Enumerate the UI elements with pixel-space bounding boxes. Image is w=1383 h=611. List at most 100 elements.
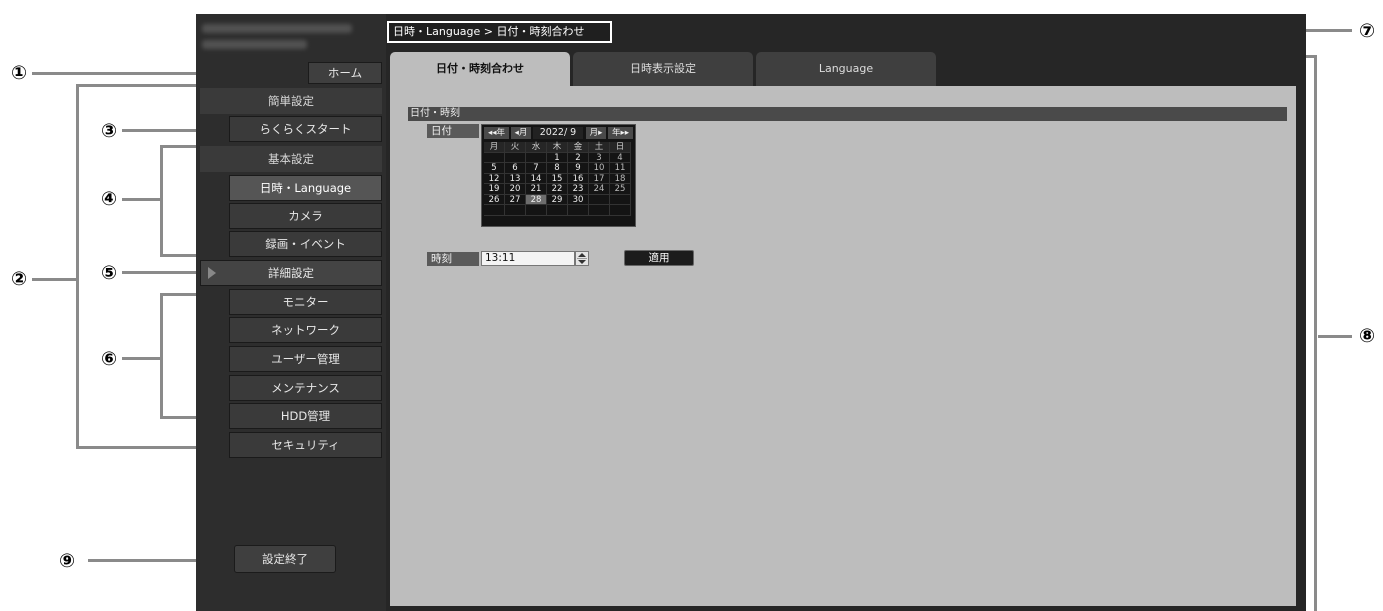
calendar-day[interactable]: 2 <box>568 152 589 163</box>
calendar-empty-cell <box>547 205 568 216</box>
calendar-day[interactable]: 4 <box>610 152 631 163</box>
calendar-day[interactable]: 23 <box>568 184 589 195</box>
sidebar-item-security[interactable]: セキュリティ <box>229 432 382 458</box>
sidebar-item-datetime-language[interactable]: 日時・Language <box>229 175 382 201</box>
calendar-day[interactable]: 10 <box>589 163 610 174</box>
calendar-day[interactable]: 26 <box>484 194 505 205</box>
calendar-empty-cell <box>526 152 547 163</box>
sidebar-item-network[interactable]: ネットワーク <box>229 317 382 343</box>
spinner-arrows-icon <box>577 253 587 264</box>
settings-app: ホーム 簡単設定 らくらくスタート 基本設定 日時・Language カメラ 録… <box>196 14 1306 611</box>
weekday-header: 土 <box>589 142 610 153</box>
calendar-day[interactable]: 20 <box>505 184 526 195</box>
sidebar-item-hdd-management[interactable]: HDD管理 <box>229 403 382 429</box>
sidebar-item-maintenance[interactable]: メンテナンス <box>229 375 382 401</box>
callout-1: ① <box>10 62 28 84</box>
calendar-year-month: 2022/ 9 <box>533 127 583 139</box>
calendar-empty-cell <box>610 205 631 216</box>
section-basic-setup: 基本設定 <box>200 146 382 172</box>
callout-3: ③ <box>100 120 118 142</box>
calendar-day[interactable]: 5 <box>484 163 505 174</box>
callout-8: ⑧ <box>1358 325 1376 347</box>
calendar-day[interactable]: 11 <box>610 163 631 174</box>
callout-4: ④ <box>100 188 118 210</box>
expand-arrow-icon <box>208 267 216 279</box>
exit-settings-button[interactable]: 設定終了 <box>234 545 336 573</box>
apply-button[interactable]: 適用 <box>624 250 694 266</box>
calendar-day[interactable]: 1 <box>547 152 568 163</box>
time-label: 時刻 <box>427 252 479 266</box>
sidebar-item-monitor[interactable]: モニター <box>229 289 382 315</box>
calendar-day[interactable]: 25 <box>610 184 631 195</box>
calendar-day[interactable]: 22 <box>547 184 568 195</box>
callout-2-bottom <box>76 446 206 449</box>
calendar-day[interactable]: 6 <box>505 163 526 174</box>
callout-9: ⑨ <box>58 550 76 572</box>
calendar-day[interactable]: 18 <box>610 173 631 184</box>
calendar-empty-cell <box>505 152 526 163</box>
section-datetime-header: 日付・時刻 <box>408 107 1287 121</box>
tab-language[interactable]: Language <box>756 52 936 86</box>
tab-date-time-adjust[interactable]: 日付・時刻合わせ <box>390 52 570 86</box>
callout-8-bracket <box>1314 55 1317 611</box>
section-easy-setup: 簡単設定 <box>200 88 382 114</box>
calendar-empty-cell <box>505 205 526 216</box>
weekday-header: 木 <box>547 142 568 153</box>
calendar-day[interactable]: 28 <box>526 194 547 205</box>
sidebar-item-advanced[interactable]: 詳細設定 <box>200 260 382 286</box>
device-model-logo <box>202 40 307 49</box>
content-area: 日付・時刻 日付 ◂◂年 ◂月 2022/ 9 月▸ 年▸▸ 月火水木金土日12… <box>390 86 1296 606</box>
callout-6-line <box>122 357 162 360</box>
calendar-day[interactable]: 29 <box>547 194 568 205</box>
calendar-empty-cell <box>610 194 631 205</box>
prev-month-button[interactable]: ◂月 <box>511 127 531 139</box>
calendar: ◂◂年 ◂月 2022/ 9 月▸ 年▸▸ 月火水木金土日 1 2 3 4 5 6 7 8 9 10… <box>481 124 636 227</box>
time-spinner[interactable] <box>575 251 589 266</box>
calendar-empty-cell <box>568 205 589 216</box>
time-input[interactable]: 13:11 <box>481 251 575 266</box>
next-month-button[interactable]: 月▸ <box>586 127 606 139</box>
sidebar-item-camera[interactable]: カメラ <box>229 203 382 229</box>
callout-4-bracket <box>160 145 163 257</box>
home-button[interactable]: ホーム <box>308 62 382 84</box>
calendar-day[interactable]: 24 <box>589 184 610 195</box>
easy-start-button[interactable]: らくらくスタート <box>229 116 382 142</box>
calendar-day[interactable]: 15 <box>547 173 568 184</box>
prev-year-button[interactable]: ◂◂年 <box>484 127 509 139</box>
callout-2: ② <box>10 268 28 290</box>
calendar-day[interactable]: 30 <box>568 194 589 205</box>
calendar-day[interactable]: 8 <box>547 163 568 174</box>
calendar-day[interactable]: 9 <box>568 163 589 174</box>
callout-2-top <box>76 84 206 87</box>
callout-6: ⑥ <box>100 348 118 370</box>
calendar-day[interactable]: 27 <box>505 194 526 205</box>
device-name-logo <box>202 24 352 33</box>
calendar-day[interactable]: 16 <box>568 173 589 184</box>
breadcrumb: 日時・Language > 日付・時刻合わせ <box>387 21 612 43</box>
callout-4-line <box>122 198 162 201</box>
calendar-grid: 月火水木金土日 1 2 3 4 5 6 7 8 9 10 11 12 13 14 15 16 17 18 19 20 21… <box>484 142 631 216</box>
calendar-empty-cell <box>484 205 505 216</box>
calendar-day[interactable]: 13 <box>505 173 526 184</box>
calendar-day[interactable]: 3 <box>589 152 610 163</box>
weekday-header: 水 <box>526 142 547 153</box>
callout-2-line <box>32 278 78 281</box>
next-year-button[interactable]: 年▸▸ <box>608 127 633 139</box>
weekday-header: 月 <box>484 142 505 153</box>
sidebar-item-user-management[interactable]: ユーザー管理 <box>229 346 382 372</box>
calendar-empty-cell <box>526 205 547 216</box>
callout-7: ⑦ <box>1358 20 1376 42</box>
tab-date-display[interactable]: 日時表示設定 <box>573 52 753 86</box>
sidebar-item-recording-event[interactable]: 録画・イベント <box>229 231 382 257</box>
callout-6-bracket <box>160 293 163 419</box>
weekday-header: 火 <box>505 142 526 153</box>
calendar-empty-cell <box>589 194 610 205</box>
calendar-day[interactable]: 12 <box>484 173 505 184</box>
sidebar: ホーム 簡単設定 らくらくスタート 基本設定 日時・Language カメラ 録… <box>196 14 386 611</box>
weekday-header: 日 <box>610 142 631 153</box>
calendar-day[interactable]: 7 <box>526 163 547 174</box>
calendar-day[interactable]: 14 <box>526 173 547 184</box>
calendar-day[interactable]: 21 <box>526 184 547 195</box>
calendar-day[interactable]: 17 <box>589 173 610 184</box>
calendar-day[interactable]: 19 <box>484 184 505 195</box>
